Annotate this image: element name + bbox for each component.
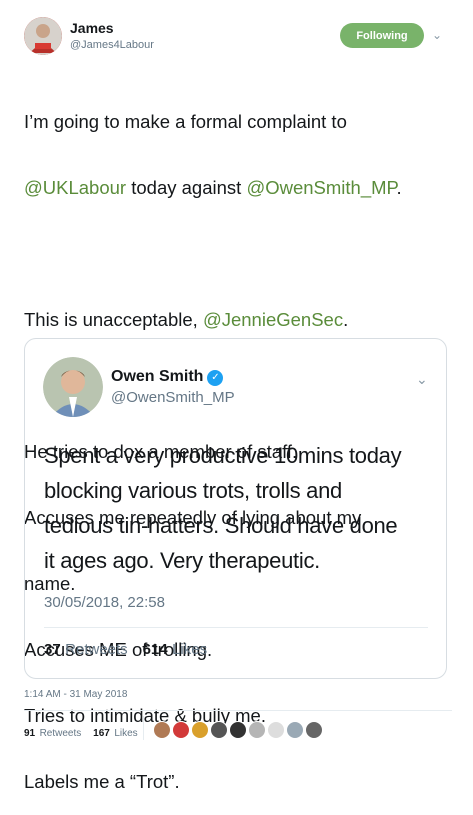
quoted-name[interactable]: Owen Smith: [111, 368, 203, 385]
author-handle[interactable]: @James4Labour: [70, 39, 154, 51]
chevron-down-icon[interactable]: ⌄: [416, 371, 428, 388]
quoted-text-line: Spent a very productive 10mins today: [44, 443, 402, 468]
quoted-avatar[interactable]: [43, 357, 103, 417]
quoted-handle[interactable]: @OwenSmith_MP: [111, 389, 235, 406]
mention-link[interactable]: @UKLabour: [24, 177, 126, 198]
quoted-text-line: it ages ago. Very therapeutic.: [44, 548, 320, 573]
quoted-timestamp[interactable]: 30/05/2018, 22:58: [44, 594, 165, 611]
tweet-timestamp[interactable]: 1:14 AM - 31 May 2018: [24, 689, 127, 700]
liker-avatar[interactable]: [248, 721, 266, 739]
tweet-line: Labels me a “Trot”.: [24, 771, 180, 792]
quoted-retweets-count[interactable]: 37: [44, 641, 61, 658]
quoted-likes-count[interactable]: 614: [143, 641, 168, 658]
liker-avatar[interactable]: [172, 721, 190, 739]
liker-avatar[interactable]: [229, 721, 247, 739]
quoted-retweets-label[interactable]: Retweets: [65, 641, 128, 658]
quoted-text-line: tedious tin-hatters. Should have done: [44, 513, 398, 538]
chevron-down-icon[interactable]: ⌄: [432, 28, 442, 42]
quoted-tweet[interactable]: Owen Smith ✓ @OwenSmith_MP ⌄ Spent a very…: [24, 338, 447, 679]
divider: [44, 627, 428, 628]
tweet-line: I’m going to make a formal complaint to: [24, 111, 347, 132]
tweet-fragment: .: [343, 309, 349, 330]
mention-link[interactable]: @OwenSmith_MP: [246, 177, 396, 198]
liker-avatars: [153, 721, 353, 739]
liker-avatar[interactable]: [305, 721, 323, 739]
tweet-line: This is unacceptable, @JennieGenSec.: [24, 309, 464, 331]
liker-avatar[interactable]: [267, 721, 285, 739]
divider: [143, 716, 144, 740]
tweet-line: @UKLabour today against @OwenSmith_MP.: [24, 177, 464, 199]
likes-count[interactable]: 167: [93, 728, 110, 739]
retweets-count[interactable]: 91: [24, 728, 35, 739]
tweet-stats: 91 Retweets 167 Likes: [24, 723, 138, 741]
verified-badge-icon: ✓: [207, 370, 224, 386]
author-name[interactable]: James: [70, 20, 114, 36]
tweet-fragment: .: [396, 177, 402, 198]
divider: [24, 710, 452, 711]
liker-avatar[interactable]: [191, 721, 209, 739]
quoted-text-line: blocking various trots, trolls and: [44, 478, 342, 503]
liker-avatar[interactable]: [286, 721, 304, 739]
author-avatar[interactable]: [24, 17, 62, 55]
tweet-fragment: This is unacceptable,: [24, 309, 203, 330]
quoted-text: Spent a very productive 10mins today blo…: [44, 438, 439, 578]
retweets-label[interactable]: Retweets: [40, 728, 82, 739]
mention-link[interactable]: @JennieGenSec: [203, 309, 343, 330]
tweet-fragment: today against: [126, 177, 247, 198]
likes-label[interactable]: Likes: [114, 728, 137, 739]
liker-avatar[interactable]: [153, 721, 171, 739]
quoted-likes-label[interactable]: Likes: [172, 641, 207, 658]
following-button[interactable]: Following: [340, 23, 424, 48]
quoted-stats: 37 Retweets 614 Likes: [44, 641, 207, 659]
quoted-name-row: Owen Smith ✓: [111, 368, 224, 386]
liker-avatar[interactable]: [210, 721, 228, 739]
